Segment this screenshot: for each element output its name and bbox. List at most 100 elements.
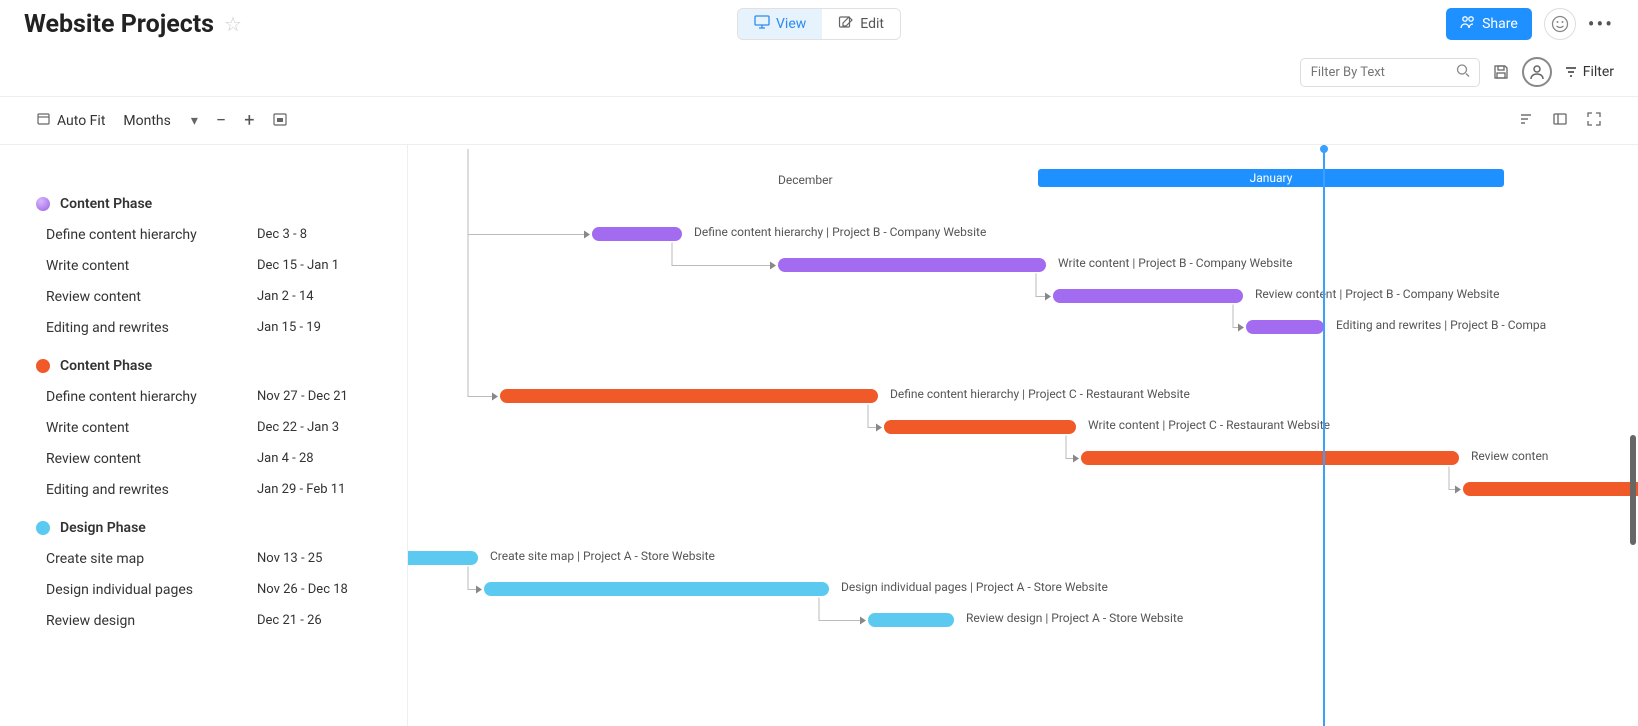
chevron-down-icon: ▾ — [191, 113, 198, 129]
task-row[interactable]: Define content hierarchyDec 3 - 8 — [36, 219, 397, 250]
gantt-bar-label: Review design | Project A - Store Websit… — [966, 611, 1183, 625]
gantt-bar[interactable] — [484, 582, 829, 596]
gantt-bar[interactable] — [778, 258, 1046, 272]
timeline-row: Write content | Project B - Company Webs… — [408, 250, 1638, 281]
task-row[interactable]: Review designDec 21 - 26 — [36, 605, 397, 636]
task-row[interactable]: Create site mapNov 13 - 25 — [36, 543, 397, 574]
task-name: Editing and rewrites — [46, 320, 257, 336]
filter-icon — [1564, 65, 1578, 79]
gantt-bar[interactable] — [1246, 320, 1324, 334]
task-dates: Jan 29 - Feb 11 — [257, 482, 397, 497]
user-avatar-icon[interactable] — [1522, 57, 1552, 87]
gantt-bar-label: Write content | Project B - Company Webs… — [1058, 256, 1292, 270]
timeline-rows: Define content hierarchy | Project B - C… — [408, 189, 1638, 636]
gantt-bar[interactable] — [592, 227, 682, 241]
sort-icon[interactable] — [1518, 111, 1534, 131]
search-icon[interactable] — [1456, 63, 1470, 82]
secondary-toolbar: Filter — [0, 48, 1638, 96]
task-dates: Nov 27 - Dec 21 — [257, 389, 397, 404]
phase-header[interactable]: Content Phase — [36, 189, 397, 219]
task-dates: Nov 13 - 25 — [257, 551, 397, 566]
scale-dropdown[interactable]: Months ▾ — [123, 113, 198, 129]
gantt-bar-label: Create site map | Project A - Store Webs… — [490, 549, 715, 563]
calendar-fit-icon — [36, 111, 51, 130]
task-row[interactable]: Review contentJan 2 - 14 — [36, 281, 397, 312]
task-row[interactable]: Define content hierarchyNov 27 - Dec 21 — [36, 381, 397, 412]
phase-header[interactable]: Content Phase — [36, 351, 397, 381]
month-bar-jan: January — [1038, 169, 1504, 187]
timeline-row: Define content hierarchy | Project B - C… — [408, 219, 1638, 250]
task-dates: Dec 21 - 26 — [257, 613, 397, 628]
gantt-body: Content PhaseDefine content hierarchyDec… — [0, 144, 1638, 726]
task-row[interactable]: Write contentDec 15 - Jan 1 — [36, 250, 397, 281]
gantt-bar-label: Editing and rewrites | Project B - Compa — [1336, 318, 1546, 332]
task-dates: Jan 2 - 14 — [257, 289, 397, 304]
scrollbar-thumb[interactable] — [1630, 435, 1636, 545]
gantt-bar-label: Review conten — [1471, 449, 1548, 463]
gantt-bar[interactable] — [1463, 482, 1638, 496]
task-name: Review design — [46, 613, 257, 629]
gantt-bar[interactable] — [500, 389, 878, 403]
zoom-out-button[interactable]: − — [216, 110, 226, 131]
gantt-bar-label: Review content | Project B - Company Web… — [1255, 287, 1499, 301]
gantt-bar-label: Define content hierarchy | Project C - R… — [890, 387, 1190, 401]
timeline-row: Editing and rewrites | Project B - Compa — [408, 312, 1638, 343]
zoom-in-button[interactable]: + — [244, 110, 254, 131]
save-icon[interactable] — [1492, 63, 1510, 81]
today-marker-dot — [1320, 145, 1328, 153]
edit-mode-button[interactable]: Edit — [822, 9, 900, 39]
auto-fit-button[interactable]: Auto Fit — [36, 111, 105, 130]
timeline-row: Design individual pages | Project A - St… — [408, 574, 1638, 605]
timeline-row — [408, 474, 1638, 505]
task-dates: Jan 15 - 19 — [257, 320, 397, 335]
task-row[interactable]: Write contentDec 22 - Jan 3 — [36, 412, 397, 443]
task-name: Review content — [46, 289, 257, 305]
gantt-bar-label: Design individual pages | Project A - St… — [841, 580, 1108, 594]
gantt-bar[interactable] — [884, 420, 1076, 434]
monitor-icon — [754, 15, 770, 33]
phase-color-dot — [36, 521, 50, 535]
task-row[interactable]: Editing and rewritesJan 15 - 19 — [36, 312, 397, 343]
gantt-bar[interactable] — [1081, 451, 1459, 465]
filter-button[interactable]: Filter — [1564, 64, 1614, 80]
view-label: View — [776, 16, 806, 32]
filter-text-input[interactable] — [1300, 58, 1480, 87]
phase-name: Design Phase — [60, 520, 146, 536]
scale-label: Months — [123, 113, 170, 129]
task-dates: Dec 15 - Jan 1 — [257, 258, 397, 273]
fullscreen-icon[interactable] — [1586, 111, 1602, 131]
month-label-dec: December — [778, 173, 833, 187]
share-button[interactable]: Share — [1446, 8, 1532, 40]
timeline-row: Write content | Project C - Restaurant W… — [408, 412, 1638, 443]
pencil-page-icon — [838, 15, 854, 33]
timeline-row: Review design | Project A - Store Websit… — [408, 605, 1638, 636]
task-row[interactable]: Review contentJan 4 - 28 — [36, 443, 397, 474]
task-dates: Dec 3 - 8 — [257, 227, 397, 242]
task-name: Write content — [46, 420, 257, 436]
task-name: Create site map — [46, 551, 257, 567]
gantt-bar[interactable] — [868, 613, 954, 627]
task-row[interactable]: Editing and rewritesJan 29 - Feb 11 — [36, 474, 397, 505]
task-name: Design individual pages — [46, 582, 257, 598]
task-name: Define content hierarchy — [46, 389, 257, 405]
people-icon — [1460, 15, 1476, 33]
smiley-icon[interactable] — [1544, 8, 1576, 40]
gantt-bar[interactable] — [408, 551, 478, 565]
share-label: Share — [1482, 16, 1518, 32]
phase-name: Content Phase — [60, 196, 152, 212]
gantt-bar[interactable] — [1053, 289, 1243, 303]
task-dates: Jan 4 - 28 — [257, 451, 397, 466]
task-row[interactable]: Design individual pagesNov 26 - Dec 18 — [36, 574, 397, 605]
panel-toggle-icon[interactable] — [1552, 111, 1568, 131]
more-menu-icon[interactable]: ••• — [1588, 12, 1614, 36]
gantt-toolbar: Auto Fit Months ▾ − + — [0, 96, 1638, 144]
today-marker — [1323, 145, 1325, 726]
gantt-bar-label: Write content | Project C - Restaurant W… — [1088, 418, 1330, 432]
phase-header[interactable]: Design Phase — [36, 513, 397, 543]
today-icon[interactable] — [272, 111, 288, 131]
header-actions: Share ••• — [1446, 8, 1614, 40]
phase-name: Content Phase — [60, 358, 152, 374]
favorite-star-icon[interactable]: ☆ — [224, 12, 242, 36]
view-mode-button[interactable]: View — [738, 9, 822, 39]
timeline-panel[interactable]: December January Define content hierarch… — [408, 145, 1638, 726]
